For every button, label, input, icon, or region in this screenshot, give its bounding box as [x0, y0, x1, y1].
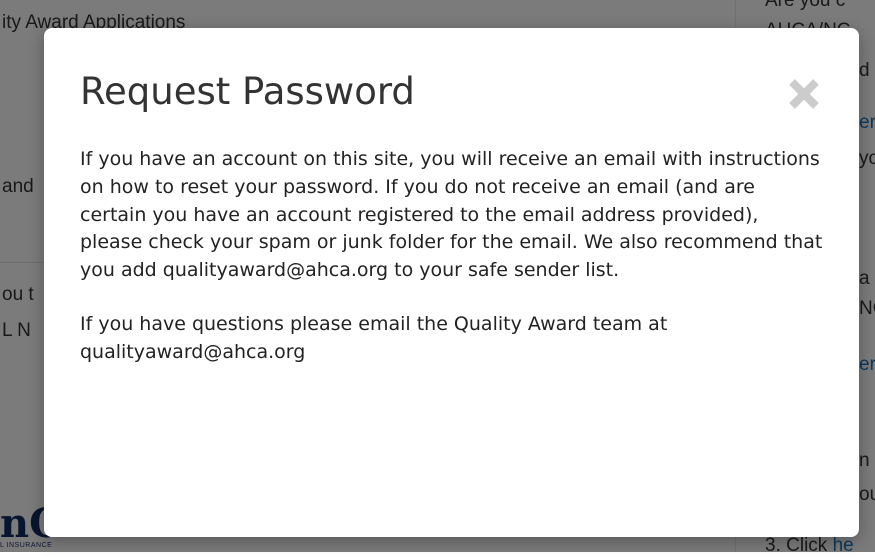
modal-paragraph-instructions: If you have an account on this site, you… — [80, 148, 823, 282]
close-icon — [789, 79, 819, 109]
modal-body: If you have an account on this site, you… — [80, 146, 825, 367]
close-button[interactable] — [782, 72, 826, 116]
modal-paragraph-contact: If you have questions please email the Q… — [80, 312, 668, 363]
modal-title: Request Password — [80, 70, 415, 113]
request-password-modal: Request Password If you have an account … — [44, 28, 859, 537]
